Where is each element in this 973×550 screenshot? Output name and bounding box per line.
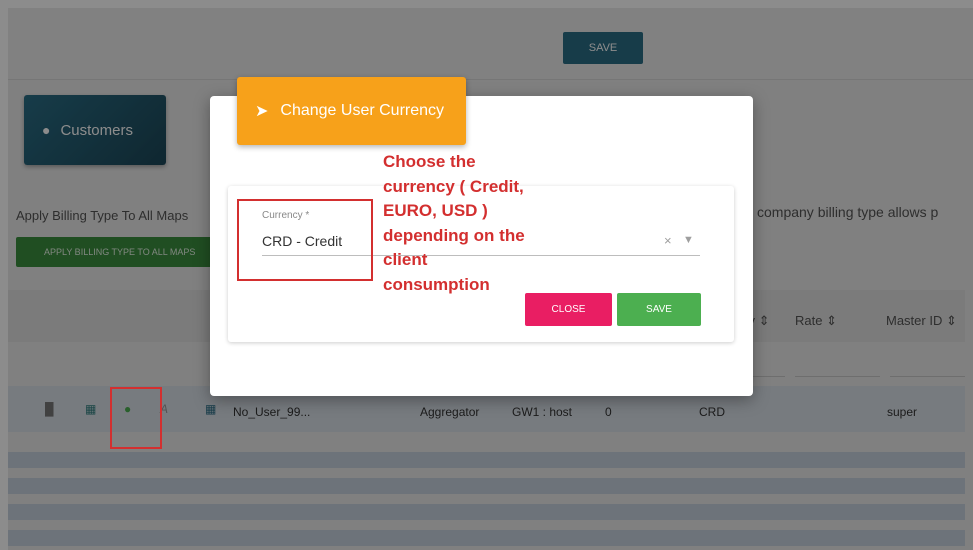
clear-icon[interactable]: × (664, 233, 672, 248)
highlight-box-currency-icon (110, 387, 162, 449)
save-button[interactable]: SAVE (617, 293, 701, 326)
close-button[interactable]: CLOSE (525, 293, 612, 326)
highlight-box-field (237, 199, 373, 281)
dialog-header: ➤ Change User Currency (237, 77, 466, 145)
annotation-line: Choose the (383, 152, 476, 171)
dialog-title: Change User Currency (280, 102, 445, 119)
annotation-line: EURO, USD ) (383, 201, 488, 220)
annotation-line: client (383, 250, 428, 269)
chevron-down-icon[interactable]: ▼ (683, 234, 694, 246)
annotation-line: currency ( Credit, (383, 176, 524, 196)
annotation-line: depending on the (383, 225, 525, 245)
send-arrow-icon: ➤ (255, 103, 269, 120)
instruction-annotation: Choose the currency ( Credit, EURO, USD … (383, 150, 603, 297)
